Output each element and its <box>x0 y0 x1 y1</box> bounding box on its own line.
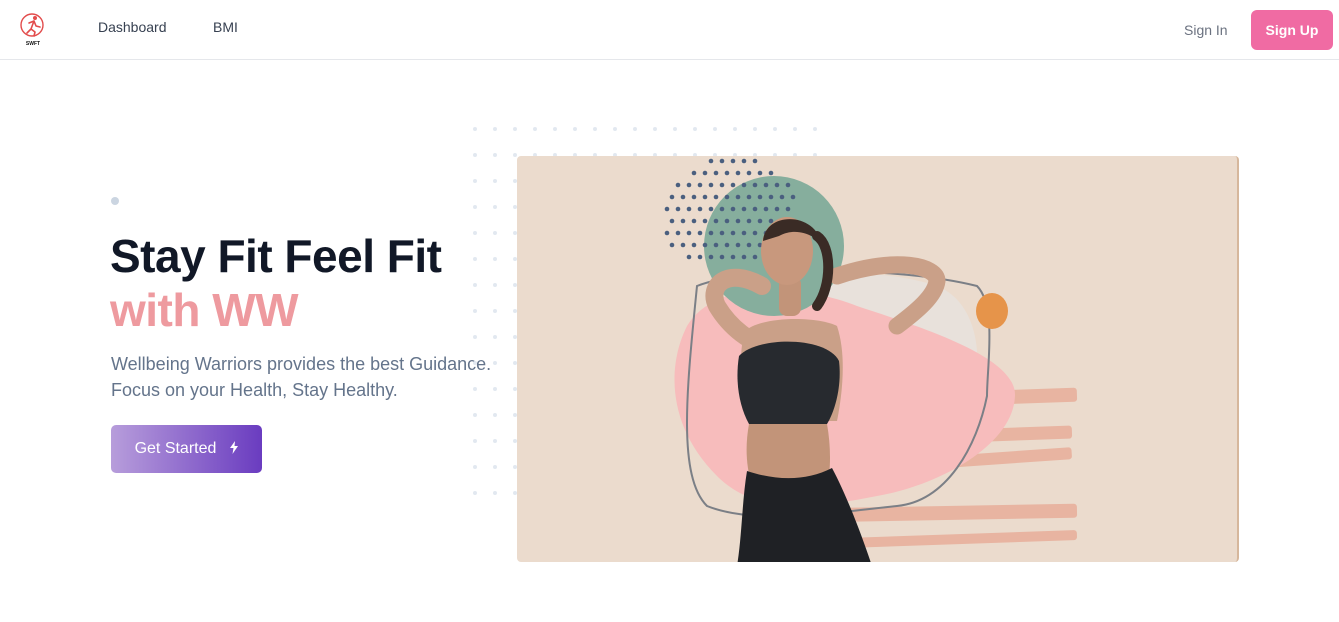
brand-logo[interactable]: SWFT <box>19 12 47 48</box>
nav-link-dashboard[interactable]: Dashboard <box>98 19 167 35</box>
runner-logo-icon: SWFT <box>20 13 44 47</box>
nav-link-bmi[interactable]: BMI <box>213 19 238 35</box>
sign-in-link[interactable]: Sign In <box>1184 22 1228 38</box>
hero-title: Stay Fit Feel Fit with WW <box>110 229 442 337</box>
hero-image <box>517 156 1239 562</box>
svg-text:SWFT: SWFT <box>26 41 40 47</box>
top-navbar: SWFT Dashboard BMI Sign In Sign Up <box>0 0 1339 60</box>
get-started-button[interactable]: Get Started <box>111 425 262 473</box>
decorative-dot <box>111 197 119 205</box>
lightning-icon <box>230 441 239 457</box>
hero-description: Wellbeing Warriors provides the best Gui… <box>111 354 492 400</box>
hero-title-line1: Stay Fit Feel Fit <box>110 230 442 282</box>
fitness-woman-illustration <box>664 158 1078 562</box>
hero-title-line2: with WW <box>110 284 299 336</box>
sign-up-button[interactable]: Sign Up <box>1251 10 1333 50</box>
get-started-label: Get Started <box>134 440 217 457</box>
